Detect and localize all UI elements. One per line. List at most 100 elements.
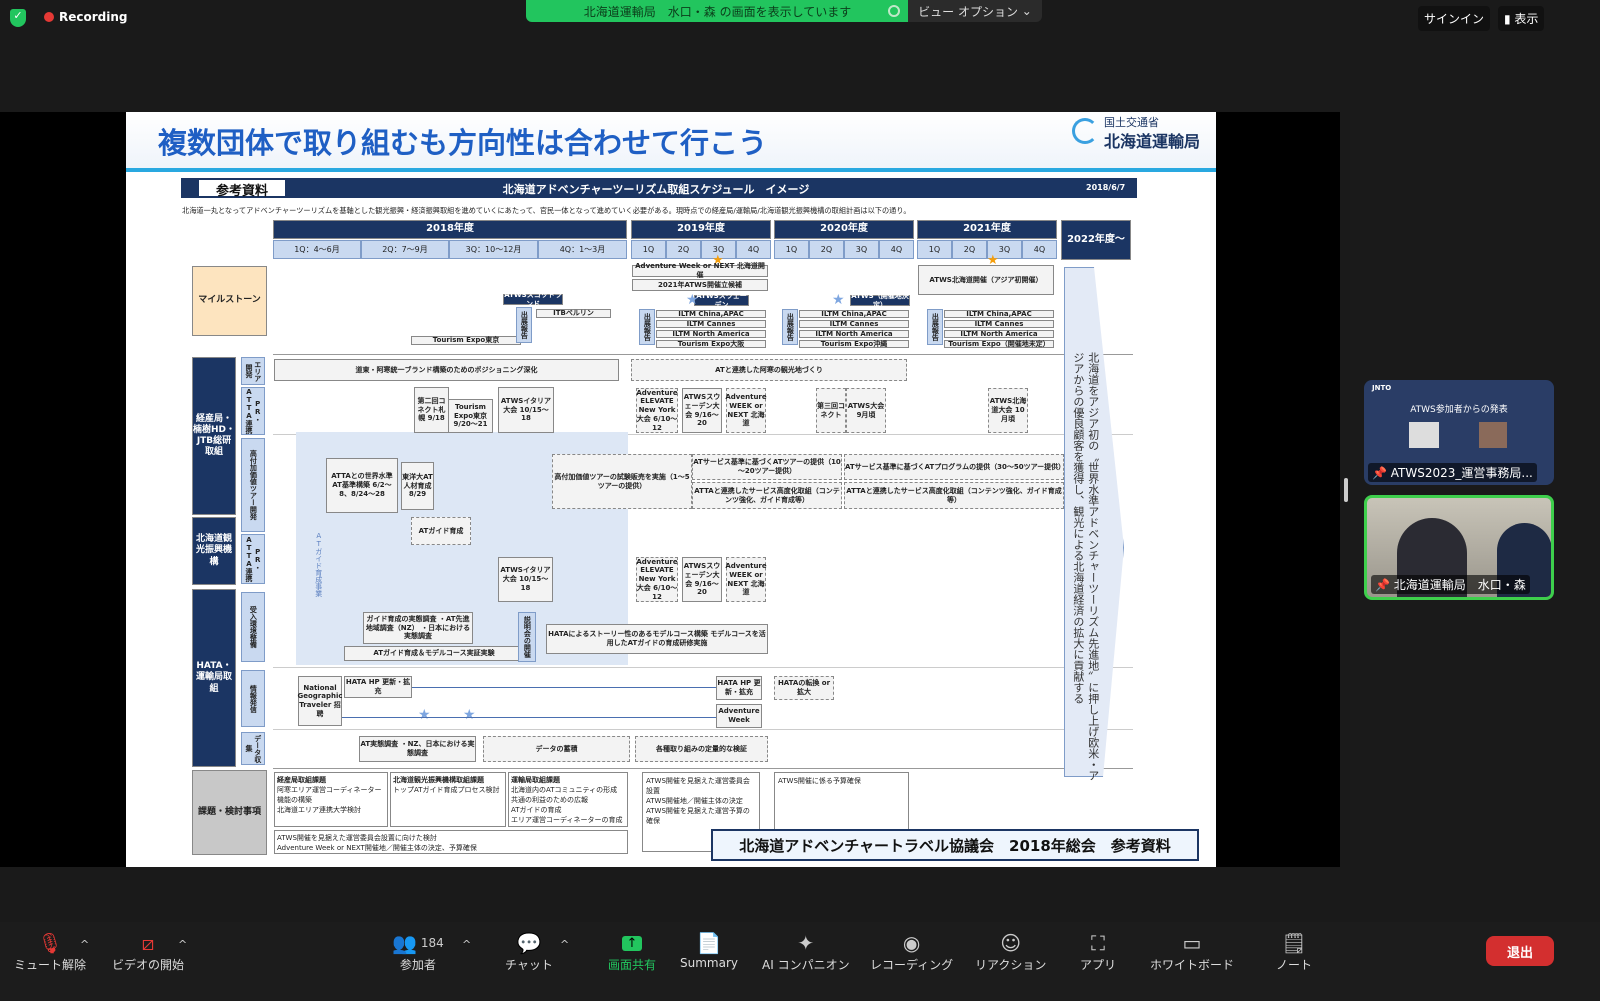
security-shield-icon[interactable]: ✓ xyxy=(10,9,26,27)
row-hta: 北海道観光振興機構 xyxy=(192,517,236,585)
notes-icon: 🗒︎ xyxy=(1281,931,1307,955)
timeline-line xyxy=(342,717,716,718)
schedule-box-survey: ガイド育成の実態調査 ・AT先進地域調査（NZ） ・日本における実態調査 xyxy=(363,612,473,644)
schedule-box-natgeo: National Geographic Traveler 招聘 xyxy=(297,676,343,726)
subrow-pr2: PR・ATTA連携 xyxy=(241,534,265,584)
schedule-box-atta1: ATTAと連携したサービス高度化取組（コンテンツ強化、ガイド育成等） xyxy=(692,482,842,509)
issue-item: 北海道内のATコミュニティの形成 xyxy=(511,786,618,794)
sparkle-icon: ✦ xyxy=(797,931,815,955)
unmute-label: ミュート解除 xyxy=(14,958,87,972)
issue-item: ATガイドの育成 xyxy=(511,806,562,814)
apps-button[interactable]: ⛶ アプリ xyxy=(1080,930,1116,973)
schedule-box-hata-hp: HATA HP 更新・拡充 xyxy=(344,676,412,698)
schedule-box-aw-week: Adventure WEEK or NEXT 北海道 xyxy=(725,388,767,433)
quarter-2019-2: 2Q xyxy=(666,240,701,259)
subrow-pr: PR・ATTA連携 xyxy=(241,387,265,435)
issues-mlit: 運輸局取組課題 北海道内のATコミュニティの形成 共通の利益のための広報 ATガイドの… xyxy=(508,772,628,827)
chat-options-chevron[interactable]: ^ xyxy=(560,938,569,951)
issue-item: Adventure Week or NEXT開催地／開催主体の決定、予算確保 xyxy=(277,844,477,852)
panel-resize-handle[interactable] xyxy=(1344,478,1348,502)
share-screen-button[interactable]: ↑ 画面共有 xyxy=(608,930,656,973)
quarter-2021-1: 1Q xyxy=(917,240,952,259)
chat-button[interactable]: 💬 チャット xyxy=(505,930,553,973)
title-underline xyxy=(126,168,1216,172)
year-2019: 2019年度 xyxy=(631,220,771,239)
participant-tile[interactable]: JNTO ATWS参加者からの発表 📌 ATWS2023_運営事務局... xyxy=(1364,380,1554,485)
display-button[interactable]: ▮ 表示 xyxy=(1498,6,1545,31)
video-options-chevron[interactable]: ^ xyxy=(178,938,187,951)
quarter-2019-4: 4Q xyxy=(736,240,771,259)
schedule-box-iltm1: ILTM China,APAC xyxy=(944,310,1054,318)
speaker-photo xyxy=(1409,422,1439,448)
recording-label[interactable]: Recording xyxy=(59,10,128,24)
schedule-box-exhibit: 出展報告 xyxy=(782,309,798,345)
record-button[interactable]: ◉ レコーディング xyxy=(870,930,953,973)
participant-name: 📌 北海道運輸局 水口・森 xyxy=(1371,575,1530,594)
view-options-button[interactable]: ビュー オプション ⌄ xyxy=(908,0,1042,22)
quarter-2018-4: 4Q：1～3月 xyxy=(538,240,627,259)
schedule-box-iltm2: ILTM Cannes xyxy=(799,320,909,328)
star-icon: ★ xyxy=(686,292,699,308)
schedule-box-exhibit: 出展報告 xyxy=(927,309,943,345)
reactions-button[interactable]: ☺ リアクション xyxy=(975,930,1046,973)
sign-in-button[interactable]: サインイン xyxy=(1418,6,1491,31)
sidebar-icon: ▮ xyxy=(1504,12,1515,26)
audio-options-chevron[interactable]: ^ xyxy=(80,938,89,951)
schedule-box-atws-italy: ATWSイタリア大会 10/15～18 xyxy=(498,387,554,433)
schedule-box-atws-hk: ATWS北海道大会 10月頃 xyxy=(988,388,1028,433)
participants-button[interactable]: 👥 184 参加者 xyxy=(392,930,444,973)
schedule-box-atws-sweden: ATWSスウェーデン大会 9/16～20 xyxy=(682,388,722,433)
issues-meti: 経産局取組課題 阿寒エリア運営コーディネーター機能の構築 北海道エリア連携大学検討 xyxy=(274,772,388,827)
notes-button[interactable]: 🗒︎ ノート xyxy=(1276,930,1312,973)
issue-item: ATWS開催を見据えた運営予算の確保 xyxy=(646,807,750,825)
schedule-box-data-acc: データの蓄積 xyxy=(483,736,630,762)
shared-slide: 複数団体で取り組むも方向性は合わせて行こう 国土交通省 北海道運輸局 参考資料 … xyxy=(126,112,1216,867)
start-video-label: ビデオの開始 xyxy=(112,958,185,972)
logo-bureau: 北海道運輸局 xyxy=(1104,132,1201,151)
participants-label: 参加者 xyxy=(399,958,436,972)
schedule-box-verify: 各種取り組みの定量的な検証 xyxy=(635,736,768,762)
schedule-box-svc2: ATサービス基準に基づくATプログラムの提供（30～50ツアー提供） xyxy=(844,454,1065,480)
notes-label: ノート xyxy=(1276,958,1313,972)
schedule-box-iltm2: ILTM Cannes xyxy=(656,320,766,328)
participant-name: 📌 ATWS2023_運営事務局... xyxy=(1368,463,1537,482)
issue-item: ATWS開催を見据えた運営委員会設置に向けた検討 xyxy=(277,834,437,842)
goal-text: 北海道をアジア初の〝世界水準アドベンチャーツーリズム先進地〟に押し上げ欧米・アジ… xyxy=(1071,352,1100,781)
participant-name-text: ATWS2023_運営事務局... xyxy=(1390,466,1533,480)
star-icon: ★ xyxy=(832,292,845,308)
star-icon: ★ xyxy=(463,707,476,723)
schedule-box-atws-decide: ATWS（開催地決定） xyxy=(850,291,910,309)
schedule-box-aw-week: Adventure WEEK or NEXT 北海道 xyxy=(725,557,767,602)
unmute-button[interactable]: 🎙︎ ミュート解除 xyxy=(14,930,86,973)
quarter-2020-2: 2Q xyxy=(809,240,844,259)
whiteboard-icon: ▭ xyxy=(1182,931,1202,955)
schedule-box-aw-next: Adventure Week or NEXT 北海道開催 xyxy=(632,262,768,279)
leave-button[interactable]: 退出 xyxy=(1486,936,1554,966)
quarter-2020-1: 1Q xyxy=(774,240,809,259)
share-screen-label: 画面共有 xyxy=(608,958,657,972)
apps-label: アプリ xyxy=(1080,958,1117,972)
participants-options-chevron[interactable]: ^ xyxy=(462,938,471,951)
ai-companion-button[interactable]: ✦ AI コンパニオン xyxy=(762,930,850,973)
speaker-photo xyxy=(1479,422,1507,448)
issues-hta: 北海道観光振興機構取組課題 トップATガイド育成プロセス検討 xyxy=(390,772,506,827)
schedule-box-jtb-berlin: ITBベルリン xyxy=(536,309,611,318)
start-video-button[interactable]: ⧄ ビデオの開始 xyxy=(112,930,184,973)
schedule-box-aw2: Adventure Week xyxy=(716,704,762,728)
schedule-box-atws-hokkaido: ATWS北海道開催（アジア初開催） xyxy=(918,265,1054,295)
issue-item: 北海道エリア連携大学検討 xyxy=(277,806,361,814)
slide-title: 複数団体で取り組むも方向性は合わせて行こう xyxy=(158,126,768,160)
display-label: 表示 xyxy=(1514,12,1539,26)
active-speaker-tile[interactable]: 📌 北海道運輸局 水口・森 xyxy=(1364,495,1554,600)
summary-button[interactable]: 📄 Summary xyxy=(680,930,738,970)
schedule-box-svc1: ATサービス基準に基づくATツアーの提供（10～20ツアー提供） xyxy=(692,454,842,480)
schedule-box-iltm1: ILTM China,APAC xyxy=(799,310,909,318)
whiteboard-button[interactable]: ▭ ホワイトボード xyxy=(1150,930,1234,973)
summary-label: Summary xyxy=(680,956,738,970)
chat-label: チャット xyxy=(505,958,553,972)
subrow-reception: 受入環境整備 xyxy=(241,592,265,662)
recording-dot-icon xyxy=(44,12,54,22)
apps-icon: ⛶ xyxy=(1091,931,1105,955)
sharing-banner: 北海道運輸局 水口・森 の画面を表示しています xyxy=(526,0,909,22)
schedule-box-expo-osaka: Tourism Expo大阪 xyxy=(656,340,766,348)
